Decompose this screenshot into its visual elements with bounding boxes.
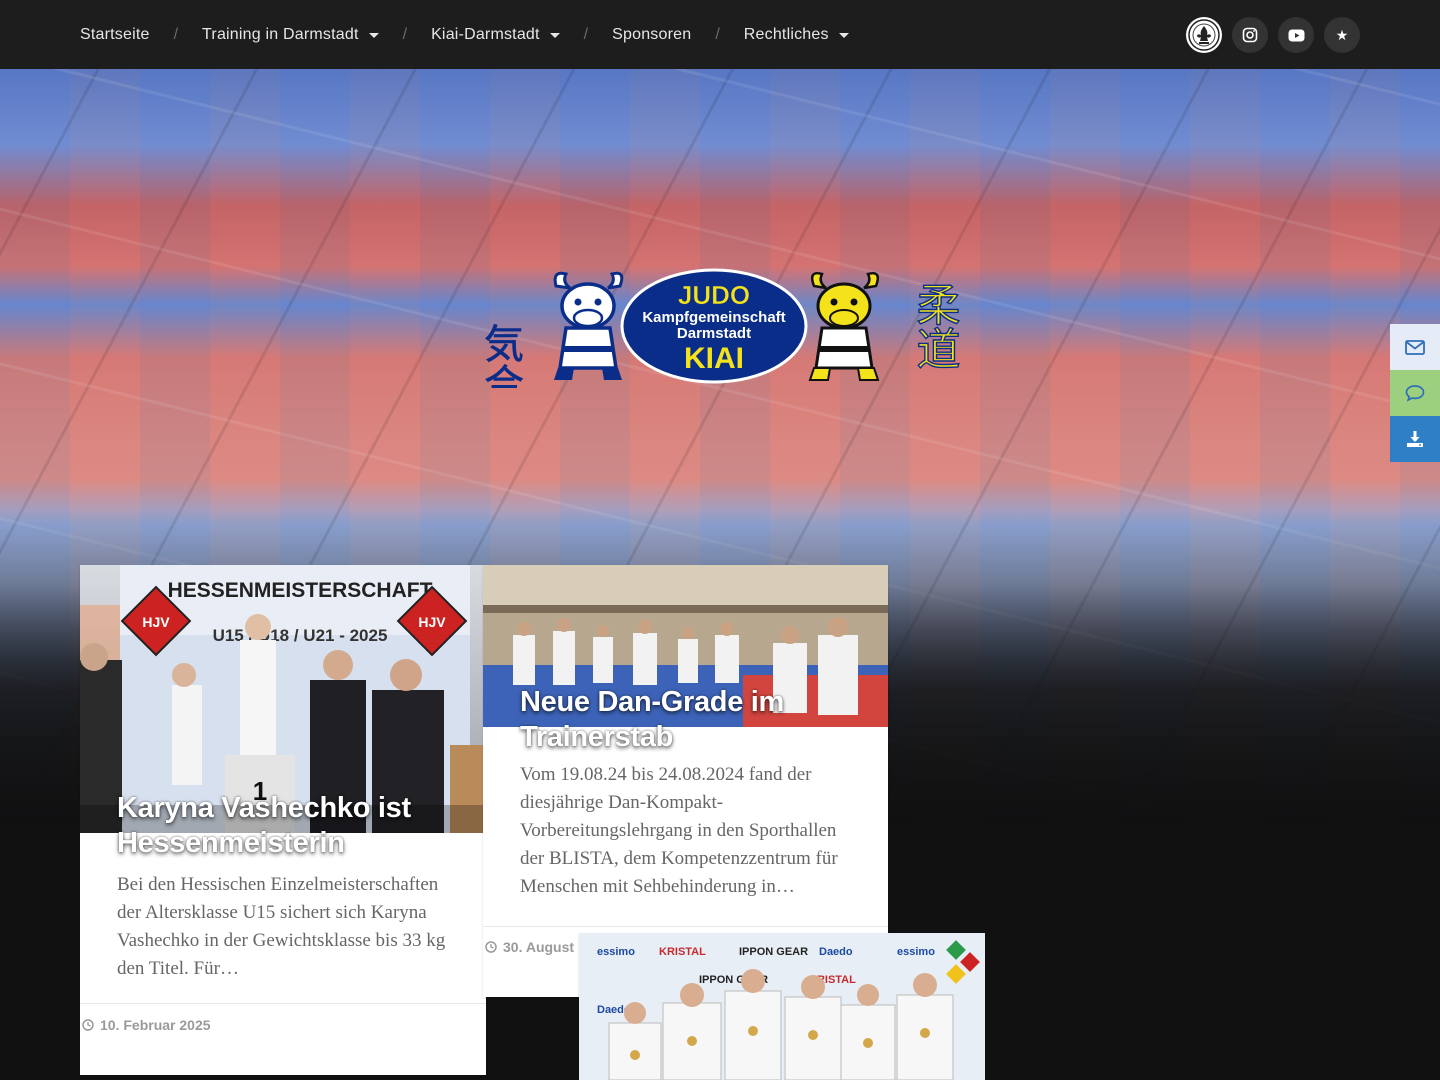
nav-separator: / (402, 25, 408, 43)
nav-separator: / (583, 25, 589, 43)
bull-mascot-right (808, 272, 880, 381)
logo-word-kiai: KIAI (684, 342, 744, 375)
logo-oval: JUDO Kampfgemeinschaft Darmstadt KIAI (620, 268, 808, 384)
social-links: ★ (1186, 17, 1360, 53)
instagram-icon (1242, 27, 1258, 43)
download-tab[interactable] (1390, 416, 1440, 462)
nav-item-label: Training in Darmstadt (202, 25, 359, 43)
favorite-button[interactable]: ★ (1324, 17, 1360, 53)
nav-item-label: Startseite (80, 25, 150, 43)
post-card-hessenmeisterin[interactable]: HESSENMEISTERSCHAFT U15 / U18 / U21 - 20… (80, 565, 486, 1075)
caret-down-icon (838, 32, 849, 38)
nav-item-label: Sponsoren (612, 25, 692, 43)
nav-item-label: Kiai-Darmstadt (431, 25, 540, 43)
chat-tab[interactable] (1390, 370, 1440, 416)
post-title[interactable]: Neue Dan-Grade im Trainerstab (520, 685, 860, 755)
sponsor-text: KRISTAL (659, 946, 706, 958)
banner-subtitle: U15 / U18 / U21 - 2025 (213, 626, 388, 645)
bull-mascot-left (553, 271, 624, 380)
nav-item-startseite[interactable]: Startseite (80, 26, 150, 44)
chat-icon (1405, 385, 1425, 402)
post-date-text: 30. August (503, 939, 575, 955)
nav-separator: / (173, 25, 179, 43)
mail-icon (1405, 339, 1425, 355)
kiai-club-logo[interactable]: 気合 JUDO Kampfgemeinschaft Darmstadt KIAI (474, 268, 966, 388)
banner-text: HESSENMEISTERSCHAFT (168, 579, 433, 602)
nav-item-kiai-darmstadt[interactable]: Kiai-Darmstadt (431, 26, 560, 44)
sponsor-text: IPPON GEAR (739, 946, 808, 958)
logo-line-kampfgemeinschaft: Kampfgemeinschaft (642, 309, 785, 326)
logo-kanji-left: 気合 (477, 323, 523, 388)
nav-item-sponsoren[interactable]: Sponsoren (612, 26, 691, 44)
logo-kanji-right: 柔道 (909, 282, 960, 370)
instagram-button[interactable] (1232, 17, 1268, 53)
clock-icon (485, 941, 497, 953)
darmstadt-crest-icon (1188, 19, 1220, 51)
post-excerpt: Vom 19.08.24 bis 24.08.2024 fand der die… (520, 764, 838, 897)
card-divider (80, 1003, 486, 1004)
card-divider (483, 926, 888, 927)
post-card-medal-team[interactable]: essimo KRISTAL IPPON GEAR Daedo essimo D… (579, 933, 985, 1080)
nav-separator: / (715, 25, 720, 43)
sponsor-text: Daedo (819, 946, 853, 958)
main-menu: Startseite / Training in Darmstadt / Kia… (80, 0, 849, 69)
medal-team-photo: essimo KRISTAL IPPON GEAR Daedo essimo D… (579, 933, 985, 1080)
post-date: 10. Februar 2025 (82, 1017, 211, 1033)
badge-text: HJV (418, 614, 446, 630)
post-image-medal-team[interactable]: essimo KRISTAL IPPON GEAR Daedo essimo D… (579, 933, 985, 1080)
star-icon: ★ (1335, 27, 1349, 43)
post-date: 30. August (485, 939, 574, 955)
nav-item-training[interactable]: Training in Darmstadt (202, 26, 379, 44)
hero-section: 気合 JUDO Kampfgemeinschaft Darmstadt KIAI (0, 69, 1440, 1080)
youtube-button[interactable] (1278, 17, 1314, 53)
side-action-tabs (1390, 324, 1440, 462)
top-navigation-bar: Startseite / Training in Darmstadt / Kia… (0, 0, 1440, 69)
download-icon (1407, 431, 1423, 447)
caret-down-icon (549, 32, 560, 38)
post-title[interactable]: Karyna Vashechko ist Hessenmeisterin (117, 791, 457, 861)
badge-text: HJV (142, 614, 170, 630)
post-date-text: 10. Februar 2025 (100, 1017, 211, 1033)
caret-down-icon (368, 32, 379, 38)
logo-word-judo: JUDO (678, 280, 750, 310)
logo-line-darmstadt: Darmstadt (677, 325, 751, 342)
sponsor-text: essimo (597, 946, 635, 958)
sponsor-text: essimo (897, 946, 935, 958)
post-excerpt: Bei den Hessischen Einzelmeisterschaften… (117, 874, 446, 979)
nav-item-rechtliches[interactable]: Rechtliches (744, 26, 849, 44)
darmstadt-crest-button[interactable] (1186, 17, 1222, 53)
youtube-icon (1288, 29, 1304, 41)
contact-mail-tab[interactable] (1390, 324, 1440, 370)
clock-icon (82, 1019, 94, 1031)
nav-item-label: Rechtliches (743, 25, 829, 43)
